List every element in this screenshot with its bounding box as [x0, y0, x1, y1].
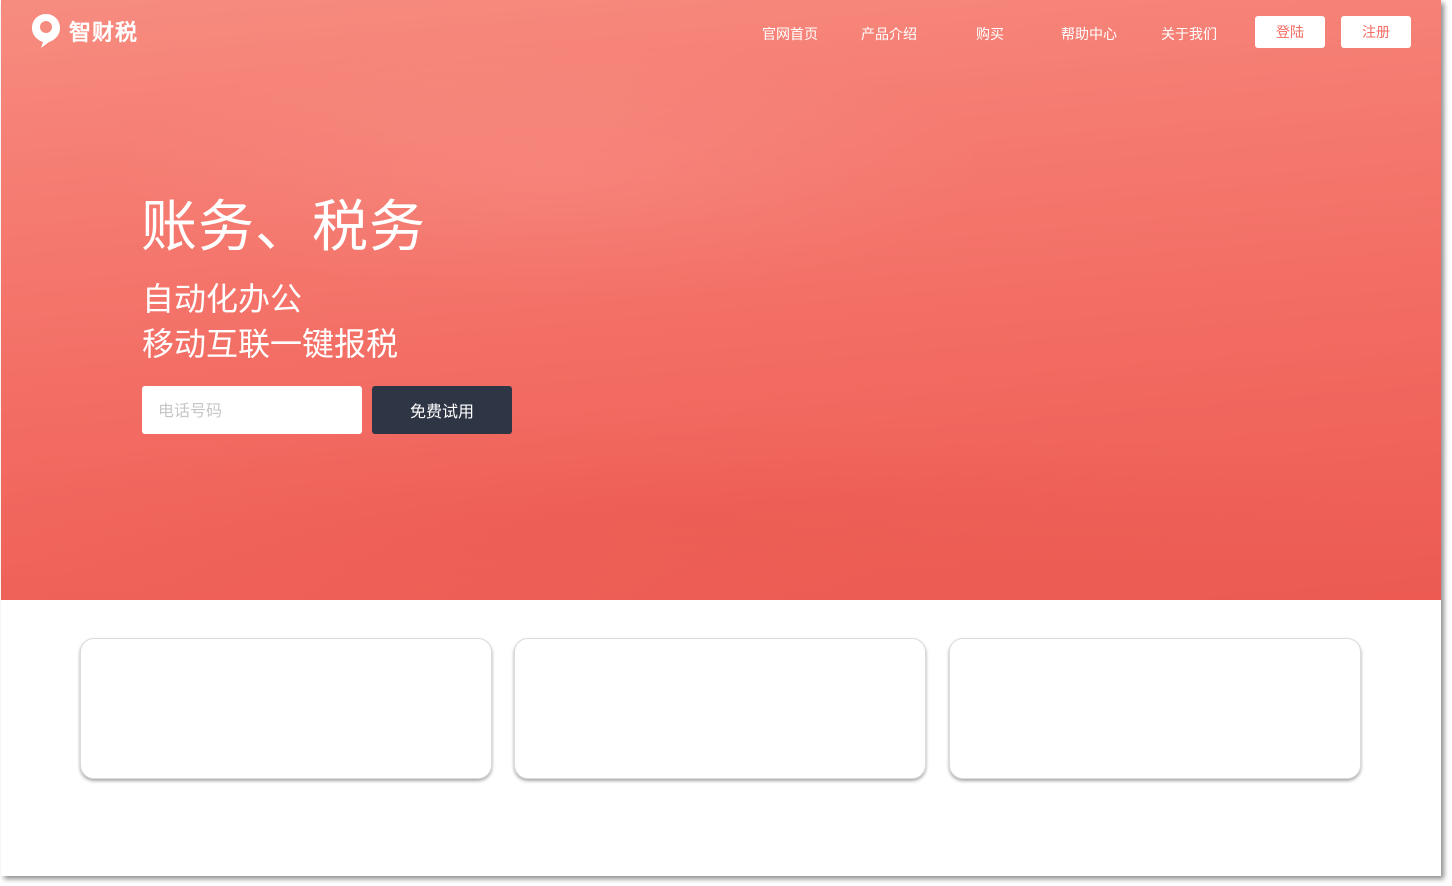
free-trial-button[interactable]: 免费试用 — [372, 386, 512, 434]
hero-headline: 账务、税务 — [141, 195, 426, 260]
hero-subline-automation: 自动化办公 — [142, 280, 303, 318]
nav-item-help[interactable]: 帮助中心 — [1061, 24, 1117, 44]
login-button[interactable]: 登陆 — [1255, 16, 1325, 48]
top-nav: 官网首页 产品介绍 购买 帮助中心 关于我们 — [1, 24, 1441, 44]
nav-item-about[interactable]: 关于我们 — [1161, 24, 1217, 44]
feature-card — [514, 638, 926, 779]
hero-banner: 智财税 官网首页 产品介绍 购买 帮助中心 关于我们 登陆 注册 账务、税务 自… — [1, 0, 1441, 600]
feature-card — [80, 638, 492, 779]
page-frame: 智财税 官网首页 产品介绍 购买 帮助中心 关于我们 登陆 注册 账务、税务 自… — [1, 0, 1441, 876]
hero-subline-tax: 移动互联一键报税 — [142, 325, 399, 363]
register-button[interactable]: 注册 — [1341, 16, 1411, 48]
nav-item-buy[interactable]: 购买 — [976, 24, 1004, 44]
nav-item-home[interactable]: 官网首页 — [762, 24, 818, 44]
nav-item-products[interactable]: 产品介绍 — [861, 24, 917, 44]
phone-input[interactable] — [142, 386, 362, 434]
feature-card — [949, 638, 1361, 779]
